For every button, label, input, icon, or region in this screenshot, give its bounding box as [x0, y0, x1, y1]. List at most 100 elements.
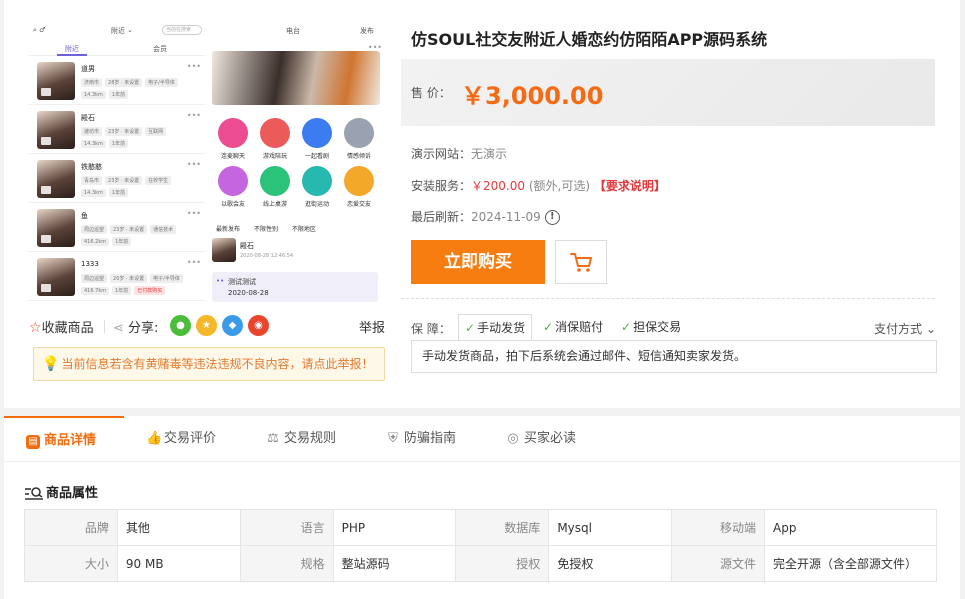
feature-label: 以歌会友 — [220, 201, 245, 208]
product-gallery-image[interactable]: ⌕ ♂ 附近 ⌄ 当前在搜索 附近 会员 道男 济南市 28岁 · 未设置 电子/半导… — [29, 18, 384, 306]
app-post-box: •• 测试测试 2020-08-28 — [212, 272, 378, 302]
user-meta-tag: 14.3km — [81, 91, 106, 99]
attr-value: 免授权 — [548, 545, 673, 582]
app-topbar: ⌕ ♂ 附近 ⌄ 当前在搜索 — [29, 18, 205, 42]
post-date: 2020-08-28 12:46:54 — [240, 253, 294, 259]
tab-label: 买家必读 — [524, 431, 577, 446]
buy-now-button[interactable]: 立即购买 — [411, 240, 545, 284]
add-to-cart-button[interactable] — [555, 240, 607, 284]
avatar — [37, 160, 75, 198]
more-icon: ••• — [186, 160, 201, 169]
install-row: 安装服务：￥200.00 (额外,可选) 【要求说明】 — [411, 177, 666, 194]
guarantee-label: 保 障： — [411, 322, 451, 336]
attr-key: 授权 — [455, 545, 550, 582]
user-meta-tag: 416.7km — [81, 287, 110, 295]
attr-key: 大小 — [24, 545, 118, 582]
shield-icon: ⛨ — [388, 431, 398, 446]
guarantee-manual-delivery[interactable]: ✓ 手动发货 — [458, 314, 533, 341]
user-meta-tag: 14.3km — [81, 140, 106, 148]
table-row: 大小 90 MB 规格 整站源码 授权 免授权 源文件 完全开源（含全部源文件） — [24, 545, 937, 582]
attr-key: 源文件 — [671, 545, 766, 582]
filter-latest: 最新发布 — [216, 226, 241, 233]
feature-circle-icon — [344, 166, 374, 196]
user-tag: 23岁 · 未设置 — [110, 225, 148, 234]
feature-label: 游戏陪玩 — [262, 153, 287, 160]
attr-value: PHP — [332, 509, 457, 546]
user-meta: 416.7km 1年前 已付款购买 — [81, 286, 168, 295]
user-tag: 在校学生 — [145, 176, 172, 185]
feature-circle-icon — [344, 118, 374, 148]
app-tab-member: 会员 — [153, 45, 167, 53]
star-outline-icon: ☆ — [29, 320, 42, 336]
feature-circle-icon — [302, 118, 332, 148]
favorite-button[interactable]: ☆收藏商品 — [29, 317, 94, 336]
user-tag: 电子/半导体 — [145, 78, 178, 87]
filter-region: 不限地区 — [291, 226, 316, 233]
app-feature-icon: 恋爱交友 — [344, 166, 374, 208]
detail-tabs: ▤ 商品详情 👍 交易评价 ⚖ 交易规则 ⛨ 防骗指南 ◎ 买家必读 — [4, 416, 960, 462]
more-icon: ••• — [186, 62, 201, 71]
install-price: ￥200.00 — [471, 179, 526, 193]
guarantee-compensation[interactable]: ✓ 消保赔付 — [537, 314, 609, 340]
app-feature-icon: 线上桌游 — [260, 166, 290, 208]
attr-value: 完全开源（含全部源文件） — [764, 545, 937, 582]
guarantee-description: 手动发货商品，拍下后系统会通过邮件、短信通知卖家发货。 — [411, 340, 937, 373]
user-tag: 济南市 — [81, 78, 103, 87]
install-requirements-link[interactable]: 【要求说明】 — [594, 179, 666, 193]
chevron-down-icon: ⌄ — [925, 322, 936, 336]
report-notice[interactable]: 💡 当前信息若含有黄赌毒等违法违规不良内容，请点此举报！ — [33, 347, 385, 381]
tab-anti-fraud[interactable]: ⛨ 防骗指南 — [386, 416, 456, 462]
qzone-icon[interactable]: ★ — [196, 315, 217, 336]
nearby-dropdown: 附近 — [111, 27, 125, 35]
product-card: ⌕ ♂ 附近 ⌄ 当前在搜索 附近 会员 道男 济南市 28岁 · 未设置 电子/半导… — [4, 0, 960, 408]
user-tags: 周边遥望 20岁 · 未设置 电子/半导体 — [81, 274, 186, 283]
attributes-title: 商品属性 — [24, 482, 98, 502]
user-tag: 周边遥望 — [81, 225, 108, 234]
avatar — [37, 62, 75, 100]
feature-label: 逛街运动 — [304, 201, 329, 208]
feature-circle-icon — [260, 166, 290, 196]
payment-methods-dropdown[interactable]: 支付方式 ⌄ — [874, 320, 936, 337]
tab-product-details[interactable]: ▤ 商品详情 — [4, 416, 124, 462]
feature-circle-icon — [302, 166, 332, 196]
guarantee-item-label: 担保交易 — [633, 320, 682, 334]
tab-reviews[interactable]: 👍 交易评价 — [146, 416, 216, 462]
post-author: 殿石 — [240, 242, 254, 250]
post-text-date: 2020-08-28 — [228, 289, 269, 297]
product-title: 仿SOUL社交友附近人婚恋约仿陌陌APP源码系统 — [411, 30, 768, 49]
info-icon[interactable]: ! — [544, 210, 560, 225]
wechat-icon[interactable]: ● — [170, 315, 191, 336]
qq-icon[interactable]: ◆ — [222, 315, 243, 336]
app-topbar-radio: 电台 发布 — [210, 18, 384, 42]
guarantee-item-label: 手动发货 — [477, 321, 526, 335]
user-meta-tag: 416.2km — [81, 238, 110, 246]
price-label: 售 价： — [411, 86, 451, 100]
check-icon: ✓ — [543, 320, 554, 334]
demo-row: 演示网站：无演示 — [411, 145, 507, 162]
attr-value: 整站源码 — [332, 545, 457, 582]
tab-trade-rules[interactable]: ⚖ 交易规则 — [266, 416, 336, 462]
notice-text: 当前信息若含有黄赌毒等违法违规不良内容，请点此举报！ — [61, 357, 374, 371]
share-bar: ☆收藏商品 ⋖ 分享: ● ★ ◆ ◉ 举报 — [29, 314, 385, 338]
report-button[interactable]: 举报 — [359, 317, 385, 336]
user-tag: 青岛市 — [81, 176, 103, 185]
tab-buyer-guide[interactable]: ◎ 买家必读 — [506, 416, 576, 462]
guarantee-escrow[interactable]: ✓ 担保交易 — [615, 314, 687, 340]
lightbulb-icon: 💡 — [42, 356, 60, 372]
feature-label: 恋爱交友 — [346, 201, 371, 208]
attr-key: 规格 — [239, 545, 334, 582]
weibo-icon[interactable]: ◉ — [248, 315, 269, 336]
app-post: 殿石 2020-08-28 12:46:54 — [212, 238, 382, 268]
app-screen-radio: 电台 发布 ••• 连麦聊天 游戏陪玩 一起看剧 情感倾诉 以歌会友 线上桌游 逛街运动 恋爱… — [210, 18, 384, 306]
avatar — [212, 238, 236, 262]
app-feature-icon: 逛街运动 — [302, 166, 332, 208]
list-item: 铁憨憨 青岛市 23岁 · 未设置 在校学生 14.3km 1年前 ••• — [29, 154, 205, 203]
avatar — [37, 209, 75, 247]
tab-label: 交易规则 — [284, 431, 337, 446]
search-icon: ⌕ ♂ — [33, 26, 46, 34]
demo-label: 演示网站： — [411, 147, 472, 161]
attr-value: Mysql — [548, 509, 673, 546]
chevron-down-icon: ⌄ — [127, 26, 133, 34]
user-name: 殿石 — [81, 114, 95, 122]
divider — [401, 298, 935, 299]
